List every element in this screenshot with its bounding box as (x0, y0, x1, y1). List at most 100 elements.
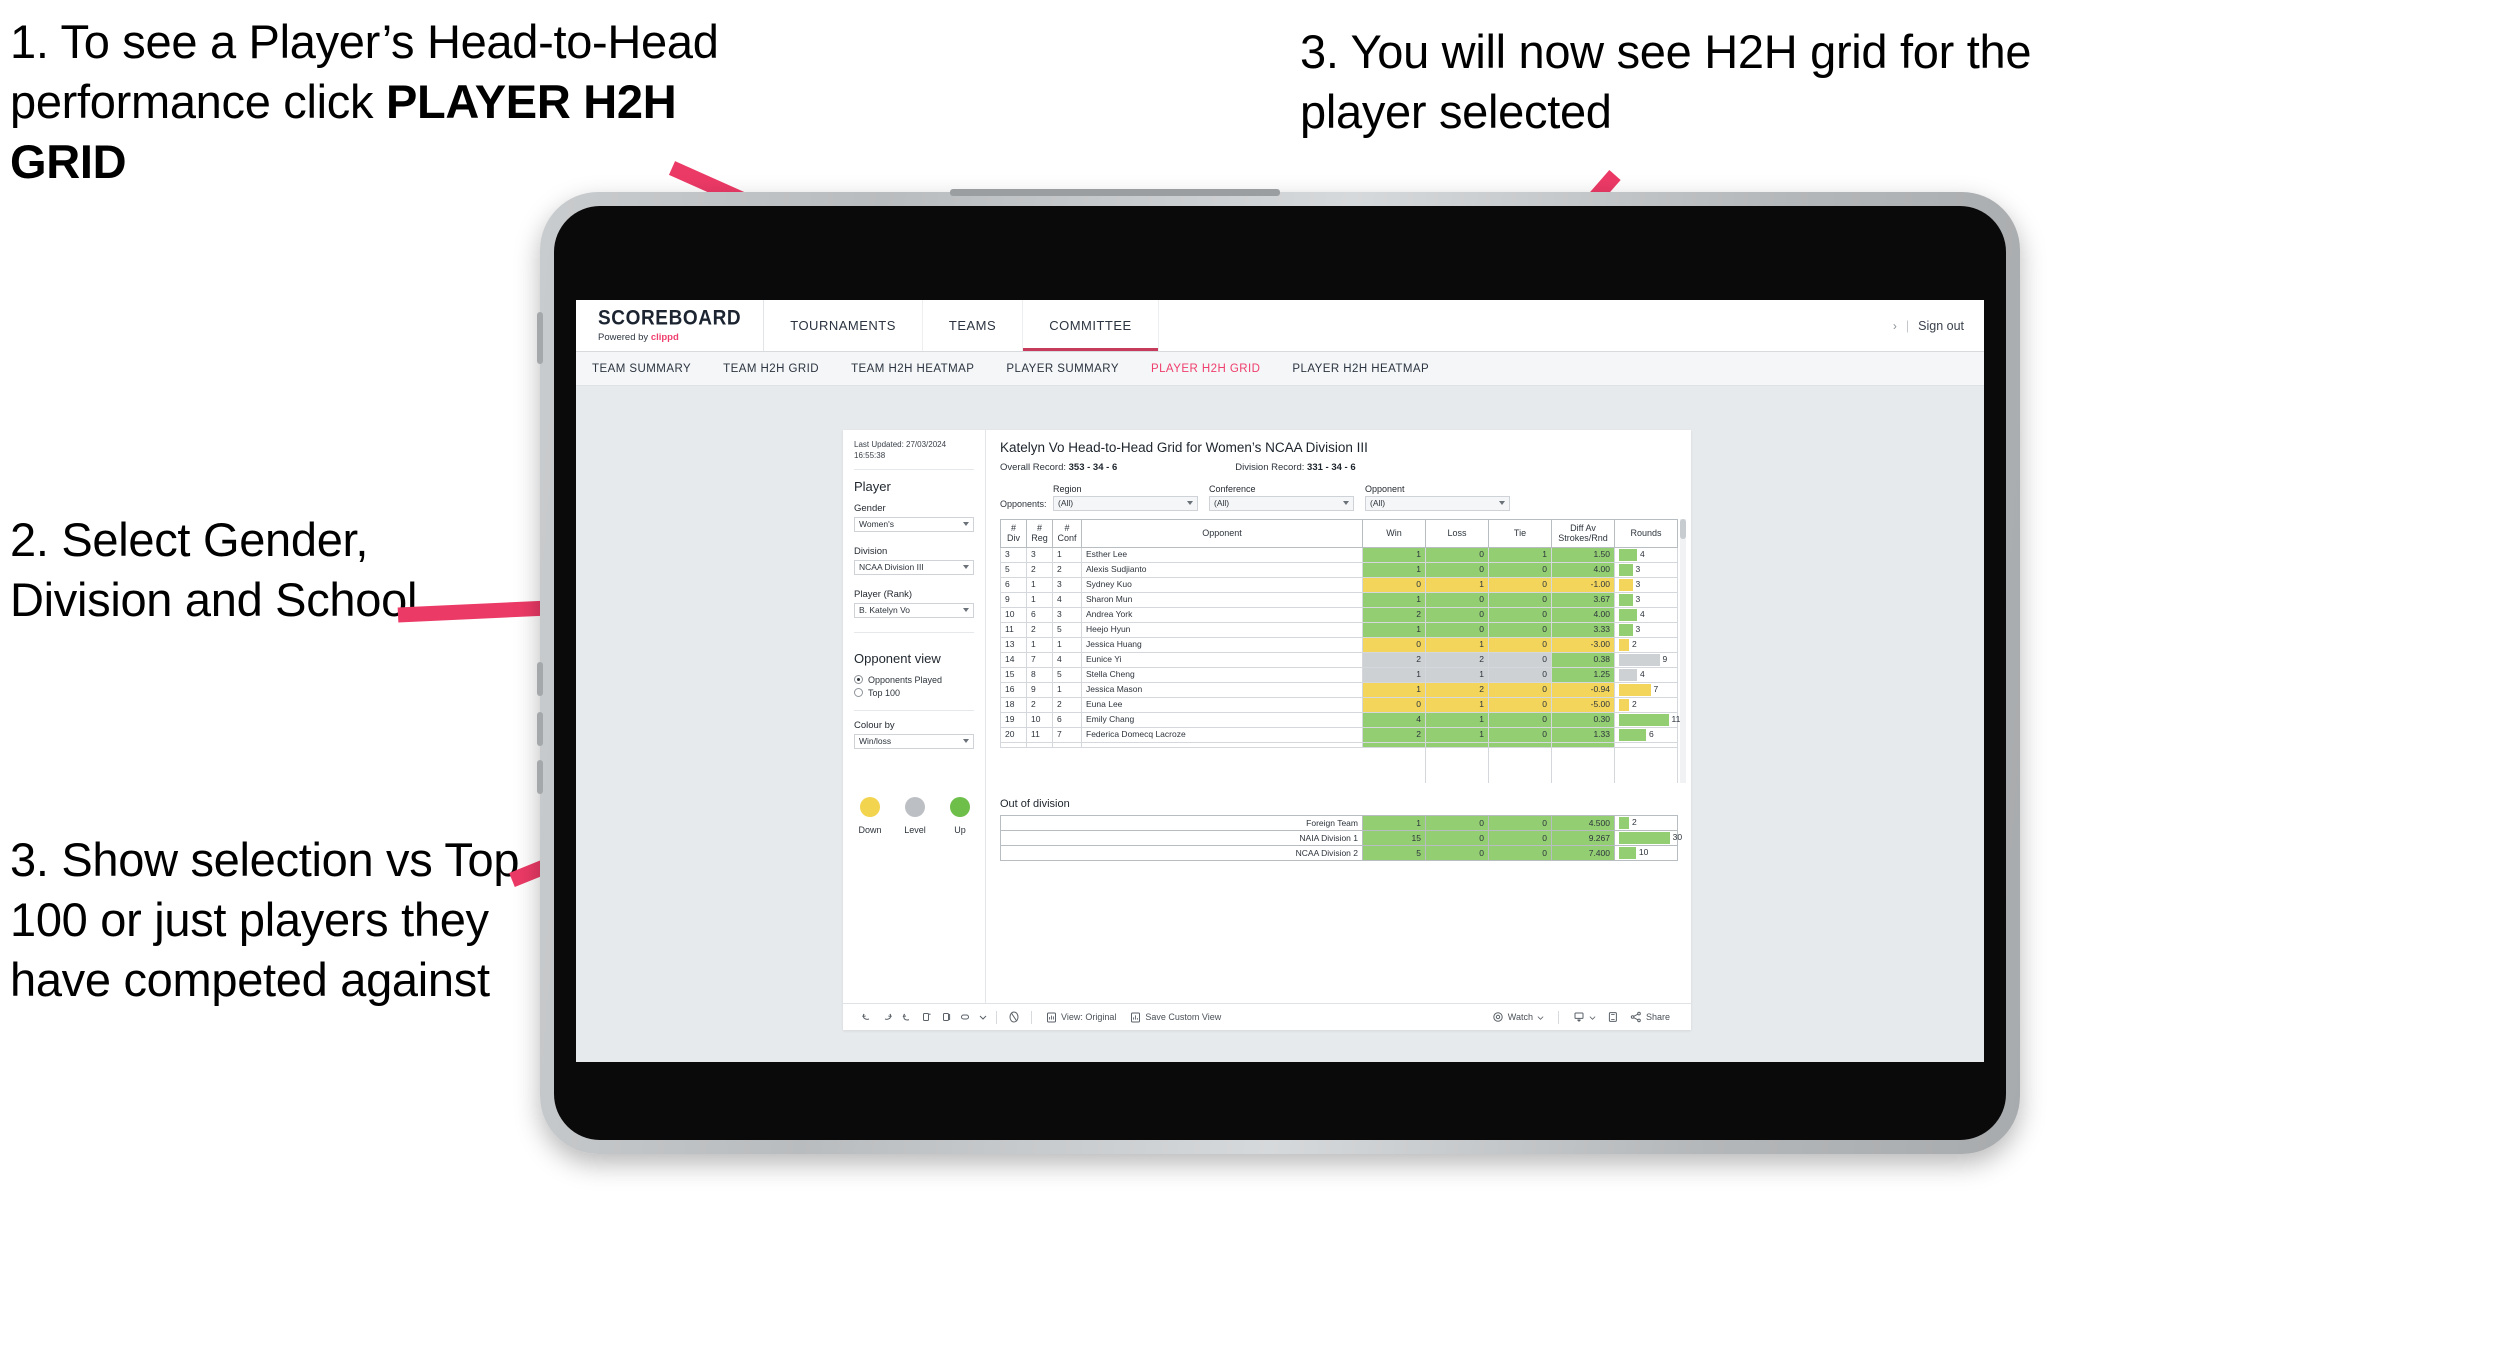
cell-val[interactable]: 0 (1488, 561, 1552, 578)
cell-num[interactable]: 1 (1026, 636, 1053, 653)
cell-rounds[interactable]: 2 (1614, 636, 1678, 653)
cell-val[interactable]: 2 (1425, 651, 1489, 668)
out-of-division-row[interactable]: NCAA Division 2 5 0 0 7.400 10 (1000, 845, 1678, 862)
cell-val[interactable]: 15 (1362, 830, 1426, 847)
table-row[interactable]: 14 7 4 Eunice Yi 2 2 0 0.38 9 (1000, 651, 1678, 668)
cell-val[interactable]: 0 (1362, 696, 1426, 713)
cell-num[interactable]: 2 (1052, 696, 1082, 713)
cell-rounds[interactable]: 11 (1614, 711, 1680, 728)
subnav-item-team-h2h-heatmap[interactable]: TEAM H2H HEATMAP (851, 363, 974, 375)
cell-val[interactable]: -0.94 (1551, 681, 1615, 698)
cell-num[interactable]: 5 (1052, 666, 1082, 683)
table-row[interactable]: 11 2 5 Heejo Hyun 1 0 0 3.33 3 (1000, 621, 1678, 638)
cell-val[interactable]: 1 (1425, 576, 1489, 593)
cell-opp[interactable]: Sharon Mun (1081, 591, 1363, 608)
cell-val[interactable]: -5.00 (1551, 696, 1615, 713)
cell-opp[interactable]: Jessica Huang (1081, 636, 1363, 653)
cell-num[interactable]: 7 (1052, 726, 1082, 743)
cell-val[interactable]: 1 (1425, 726, 1489, 743)
cell-num[interactable]: 18 (1000, 696, 1027, 713)
cell-num[interactable]: 1 (1026, 576, 1053, 593)
cell-val[interactable]: 4.500 (1551, 815, 1615, 832)
nav-item-committee[interactable]: COMMITTEE (1023, 300, 1159, 351)
subnav-item-player-h2h-grid[interactable]: PLAYER H2H GRID (1151, 363, 1260, 375)
cell-val[interactable]: 1.50 (1551, 546, 1615, 563)
table-row[interactable]: 16 9 1 Jessica Mason 1 2 0 -0.94 7 (1000, 681, 1678, 698)
radio-top-100[interactable]: Top 100 (854, 688, 974, 698)
pause-updates-icon[interactable] (937, 1008, 957, 1026)
cell-val[interactable]: 0 (1425, 546, 1489, 563)
chevron-down-icon[interactable] (977, 1008, 989, 1026)
cell-val[interactable]: 1 (1362, 681, 1426, 698)
refresh-data-icon[interactable] (917, 1008, 937, 1026)
cell-num[interactable]: 7 (1026, 651, 1053, 668)
out-of-division-row[interactable]: Foreign Team 1 0 0 4.500 2 (1000, 815, 1678, 832)
cell-num[interactable]: 19 (1000, 711, 1027, 728)
cell-num[interactable]: 10 (1000, 606, 1027, 623)
cell-val[interactable]: -1.00 (1551, 576, 1615, 593)
cell-val[interactable]: 0 (1425, 815, 1489, 832)
cell-num[interactable]: 13 (1000, 636, 1027, 653)
cell-opp[interactable]: Esther Lee (1081, 546, 1363, 563)
cell-opp[interactable]: Eunice Yi (1081, 651, 1363, 668)
cell-num[interactable]: 3 (1026, 546, 1053, 563)
region-select[interactable]: (All) (1053, 495, 1198, 511)
cell-val[interactable]: 0 (1488, 681, 1552, 698)
division-select[interactable]: NCAA Division III (854, 559, 974, 575)
cell-opp[interactable]: Andrea York (1081, 606, 1363, 623)
cell-num[interactable]: 1 (1052, 681, 1082, 698)
cell-val[interactable]: 1 (1425, 711, 1489, 728)
cell-val[interactable]: 0 (1488, 830, 1552, 847)
table-row[interactable]: 3 3 1 Esther Lee 1 0 1 1.50 4 (1000, 546, 1678, 563)
tablet-extra-button[interactable] (537, 760, 543, 794)
cell-opp[interactable]: Emily Chang (1081, 711, 1363, 728)
table-scrollbar-thumb[interactable] (1680, 518, 1686, 539)
cell-rounds[interactable]: 3 (1614, 621, 1678, 638)
cell-val[interactable]: 9.267 (1551, 830, 1615, 847)
cell-val[interactable]: 3.67 (1551, 591, 1615, 608)
sign-out-link[interactable]: Sign out (1918, 319, 1964, 333)
table-scrollbar[interactable] (1680, 518, 1686, 784)
cell-num[interactable]: 4 (1052, 591, 1082, 608)
cell-val[interactable]: 1 (1488, 546, 1552, 563)
cell-ood-label[interactable]: NCAA Division 2 (1000, 845, 1363, 862)
cell-num[interactable]: 1 (1026, 591, 1053, 608)
undo-icon[interactable] (857, 1008, 877, 1026)
cell-val[interactable]: 1 (1362, 815, 1426, 832)
cell-val[interactable]: 0 (1488, 666, 1552, 683)
col-header-opponent[interactable]: Opponent (1081, 518, 1363, 548)
cell-val[interactable]: 0 (1488, 651, 1552, 668)
cell-rounds[interactable]: 2 (1614, 696, 1678, 713)
cell-val[interactable]: 1 (1362, 621, 1426, 638)
cell-rounds[interactable]: 9 (1614, 651, 1678, 668)
cell-opp[interactable]: Alexis Sudjianto (1081, 561, 1363, 578)
opponent-select[interactable]: (All) (1365, 495, 1510, 511)
subnav-item-player-h2h-heatmap[interactable]: PLAYER H2H HEATMAP (1292, 363, 1429, 375)
tablet-power-button[interactable] (537, 312, 543, 364)
cell-rounds[interactable]: 7 (1614, 681, 1678, 698)
cell-val[interactable]: -3.00 (1551, 636, 1615, 653)
cell-val[interactable]: 0 (1425, 561, 1489, 578)
table-row[interactable]: 5 2 2 Alexis Sudjianto 1 0 0 4.00 3 (1000, 561, 1678, 578)
brand-logo[interactable]: SCOREBOARD Powered by clippd (576, 300, 765, 351)
cell-num[interactable]: 3 (1000, 546, 1027, 563)
col-header-tie[interactable]: Tie (1488, 518, 1552, 548)
cell-num[interactable]: 16 (1000, 681, 1027, 698)
table-row[interactable]: 10 6 3 Andrea York 2 0 0 4.00 4 (1000, 606, 1678, 623)
cell-num[interactable]: 1 (1052, 636, 1082, 653)
cell-val[interactable]: 0 (1425, 845, 1489, 862)
cell-val[interactable]: 1 (1425, 696, 1489, 713)
cell-opp[interactable]: Federica Domecq Lacroze (1081, 726, 1363, 743)
col-header-loss[interactable]: Loss (1425, 518, 1489, 548)
cell-val[interactable]: 1 (1425, 636, 1489, 653)
cell-num[interactable]: 4 (1052, 651, 1082, 668)
cell-val[interactable]: 1 (1362, 561, 1426, 578)
cell-opp[interactable]: Jessica Mason (1081, 681, 1363, 698)
cell-val[interactable]: 0 (1425, 621, 1489, 638)
tablet-volume-down-button[interactable] (537, 712, 543, 746)
table-row[interactable]: 18 2 2 Euna Lee 0 1 0 -5.00 2 (1000, 696, 1678, 713)
col-header-reg[interactable]: # Reg (1026, 518, 1053, 548)
revert-icon[interactable] (897, 1008, 917, 1026)
nav-item-tournaments[interactable]: TOURNAMENTS (764, 300, 923, 351)
col-header-rounds[interactable]: Rounds (1614, 518, 1678, 548)
